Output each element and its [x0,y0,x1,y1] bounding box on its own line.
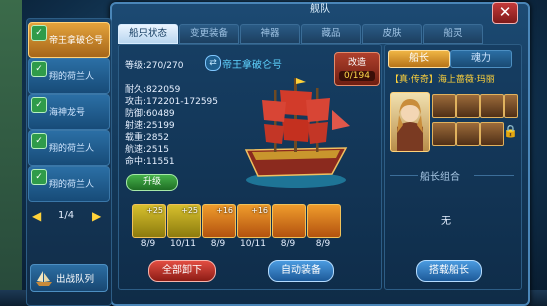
ship-list-item-name: 海神龙号 [49,108,86,118]
tab-soul-power[interactable]: 魂力 [450,50,512,68]
close-button[interactable]: ✕ [492,2,518,24]
equipment-slot[interactable] [307,204,341,238]
equipment-slot[interactable]: +16 [237,204,271,238]
captain-title: 【真·传奇】海上蔷薇·玛丽 [390,75,495,85]
formation-label: 出战队列 [56,274,95,285]
ship-level: 等级:270/270 [125,61,184,71]
check-icon: ✓ [31,97,47,113]
auto-equip-button[interactable]: 自动装备 [268,260,334,282]
equipment-level: +25 [181,206,198,215]
refit-label: 改造 [347,58,366,68]
lock-icon: 🔒 [503,124,518,138]
equipment-count: 8/9 [140,239,156,249]
ship-illustration [244,78,350,188]
ship-list-item[interactable]: ✓ 翔的荷兰人 [28,58,110,94]
panel-title: 舰队 [310,4,330,15]
equipment-count: 8/9 [280,239,296,249]
prev-page-icon[interactable]: ◀ [32,210,42,222]
skill-slot[interactable] [456,94,480,118]
equipment-count: 10/11 [240,239,266,249]
captain-combo-title: 船长组合 [420,172,460,183]
page-indicator: 1/4 [58,210,75,221]
equipment-slot[interactable]: +16 [202,204,236,238]
ship-list-item[interactable]: ✓ 帝王拿破仑号 [28,22,110,58]
skill-slot[interactable] [432,94,456,118]
tab-change-equipment[interactable]: 变更装备 [179,24,239,44]
captain-combo-value: 无 [441,216,451,227]
equipment-count: 8/9 [315,239,331,249]
stat-accuracy: 命中:11551 [125,157,175,167]
check-icon: ✓ [31,169,47,185]
equipment-slot[interactable]: +25 [167,204,201,238]
ship-name: 帝王拿破仑号 [222,60,282,71]
equipment-count: 10/11 [170,239,196,249]
board-captain-button[interactable]: 搭载船长 [416,260,482,282]
upgrade-button[interactable]: 升级 [126,174,178,191]
skill-slot[interactable] [432,122,456,146]
equipment-level: +16 [216,206,233,215]
equipment-level: +16 [251,206,268,215]
ship-list-item[interactable]: ✓ 翔的荷兰人 [28,166,110,202]
equipment-slot[interactable] [272,204,306,238]
divider [474,175,514,176]
tab-artifact[interactable]: 神器 [240,24,300,44]
equipment-slot[interactable]: +25 [132,204,166,238]
world-map-edge [0,0,22,306]
check-icon: ✓ [31,61,47,77]
ship-list-item-name: 翔的荷兰人 [49,72,95,82]
check-icon: ✓ [31,25,47,41]
skill-slot[interactable] [504,94,518,118]
skill-slot[interactable] [480,94,504,118]
ship-list-item-name: 翔的荷兰人 [49,144,95,154]
ship-list-item[interactable]: ✓ 翔的荷兰人 [28,130,110,166]
fleet-icon [36,271,52,286]
captain-avatar-icon [397,99,423,151]
captain-portrait[interactable] [390,92,430,152]
ship-list-item-name: 翔的荷兰人 [49,180,95,190]
ship-list-item-name: 帝王拿破仑号 [49,36,104,46]
tab-ship-status[interactable]: 船只状态 [118,24,178,44]
tab-ship-spirit[interactable]: 船灵 [423,24,483,44]
equipment-count: 8/9 [210,239,226,249]
unequip-all-button[interactable]: 全部卸下 [148,260,216,282]
tab-skin[interactable]: 皮肤 [362,24,422,44]
formation-button[interactable]: 出战队列 [30,264,108,292]
tab-captain[interactable]: 船长 [388,50,450,68]
tab-collection[interactable]: 藏品 [301,24,361,44]
equipment-level: +25 [146,206,163,215]
skill-slot[interactable] [456,122,480,146]
check-icon: ✓ [31,133,47,149]
next-page-icon[interactable]: ▶ [92,210,102,222]
swap-icon[interactable]: ⇄ [205,55,221,71]
skill-slot[interactable] [480,122,504,146]
divider [390,175,418,176]
ship-list-item[interactable]: ✓ 海神龙号 [28,94,110,130]
